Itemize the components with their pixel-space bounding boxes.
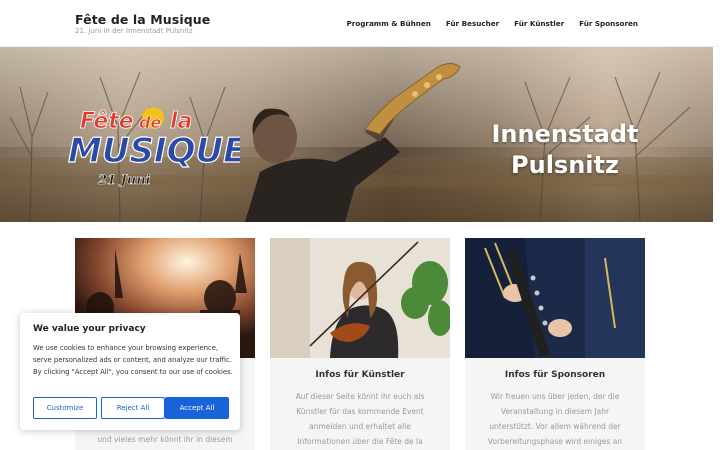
svg-text:MUSIQUE: MUSIQUE — [68, 131, 240, 171]
site-tagline: 21. Juni in der Innenstadt Pulsnitz — [75, 27, 193, 35]
hero-heading-line1: Innenstadt — [491, 120, 639, 148]
reject-all-button[interactable]: Reject All — [101, 397, 165, 419]
fete-de-la-musique-logo: Fête la de MUSIQUE 21 Juni — [67, 107, 240, 188]
site-header: Fête de la Musique 21. Juni in der Innen… — [0, 0, 720, 47]
cookie-consent-banner: We value your privacy We use cookies to … — [20, 313, 240, 430]
card-text: und vieles mehr könnt ihr in diesem — [97, 435, 233, 444]
nav-item-kuenstler[interactable]: Für Künstler — [514, 19, 564, 28]
svg-text:21 Juni: 21 Juni — [97, 173, 151, 188]
hero-banner: Fête la de MUSIQUE 21 Juni Innenstadt Pu… — [0, 47, 713, 222]
nav-item-programm[interactable]: Programm & Bühnen — [347, 19, 431, 28]
nav-item-sponsoren[interactable]: Für Sponsoren — [579, 19, 638, 28]
saxophone-image — [364, 63, 461, 135]
nav-item-besucher[interactable]: Für Besucher — [446, 19, 499, 28]
marching-band-image — [465, 238, 645, 358]
svg-text:de: de — [139, 113, 161, 132]
cookie-title: We value your privacy — [33, 324, 146, 334]
hero-heading: Innenstadt Pulsnitz — [480, 119, 650, 181]
card-title: Infos für Künstler — [315, 370, 405, 380]
accept-all-button[interactable]: Accept All — [165, 397, 229, 419]
card-text: Wir freuen uns über jeden, der die Veran… — [487, 392, 623, 446]
card-title: Infos für Sponsoren — [504, 370, 606, 380]
cookie-text: We use cookies to enhance your browsing … — [33, 344, 233, 376]
customize-button[interactable]: Customize — [33, 397, 97, 419]
hero-heading-line2: Pulsnitz — [511, 151, 619, 179]
card-sponsoren[interactable]: Infos für Sponsoren Wir freuen uns über … — [465, 238, 645, 450]
site-title[interactable]: Fête de la Musique — [75, 12, 210, 27]
card-text: Auf dieser Seite könnt ihr euch als Küns… — [295, 392, 425, 446]
violinist-image — [270, 238, 450, 358]
card-kuenstler[interactable]: Infos für Künstler Auf dieser Seite könn… — [270, 238, 450, 450]
main-nav: Programm & Bühnen Für Besucher Für Künst… — [347, 19, 638, 28]
